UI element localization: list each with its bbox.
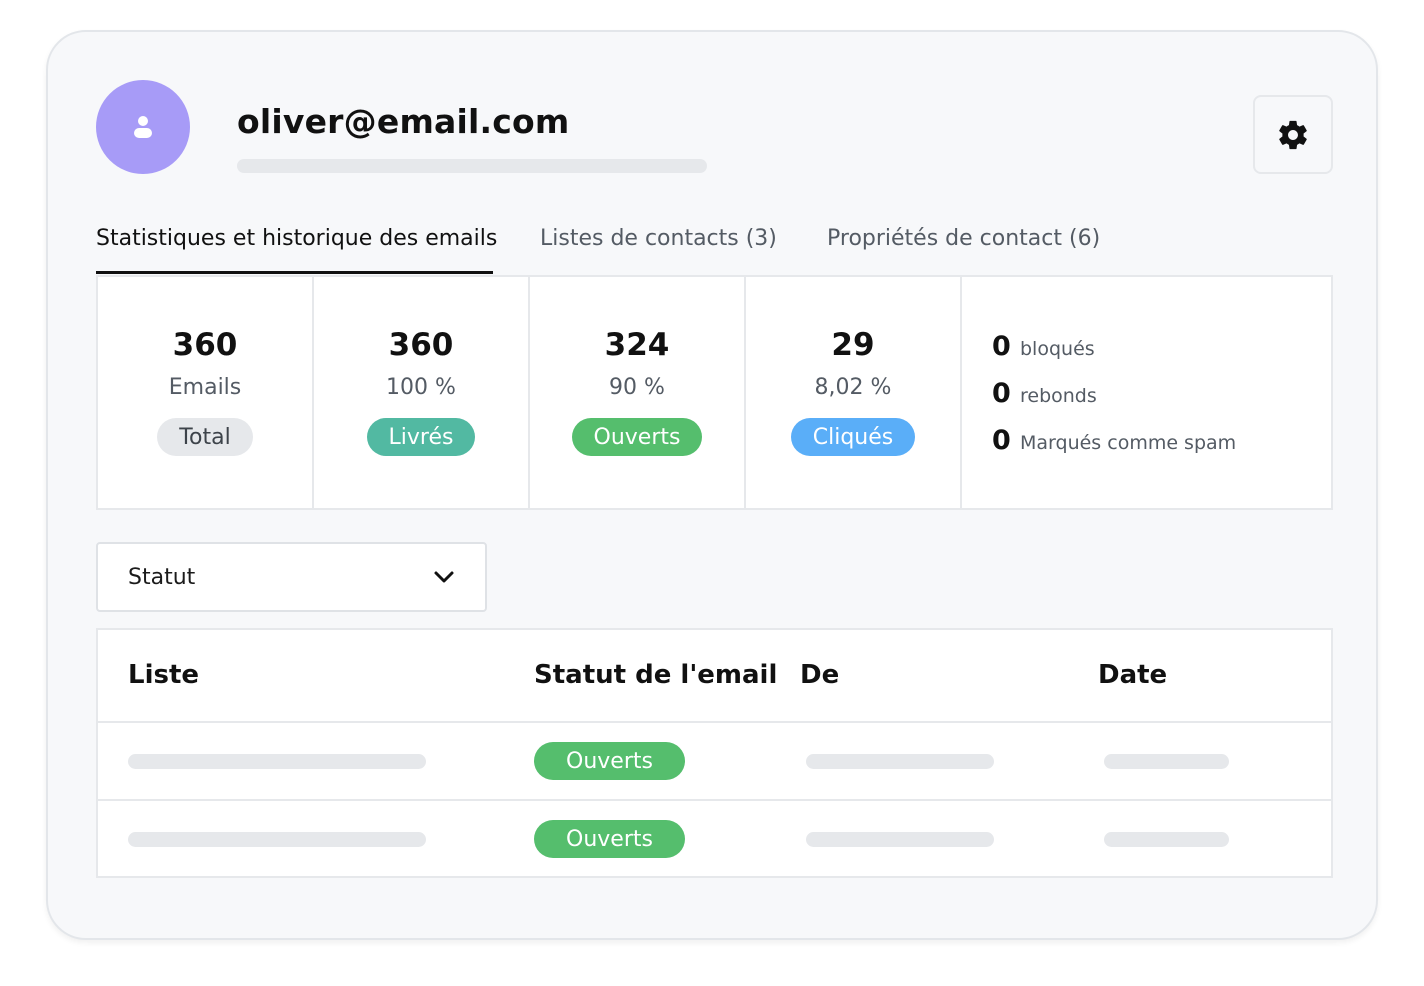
spam-label: Marqués comme spam (1020, 432, 1237, 454)
table-header: Liste Statut de l'email De Date (98, 630, 1331, 723)
avatar (96, 80, 190, 174)
stat-value: 29 (831, 327, 875, 363)
stat-value: 360 (172, 327, 238, 363)
bounces-count: 0 (992, 378, 1011, 409)
stat-caption: 100 % (386, 375, 456, 400)
tab-contact-properties[interactable]: Propriétés de contact (6) (827, 224, 1100, 274)
clicked-badge: Cliqués (790, 418, 916, 456)
stat-bounces: 0 rebonds (992, 378, 1331, 425)
table-row[interactable]: Ouverts (98, 801, 1331, 879)
column-header-status: Statut de l'email (534, 660, 778, 690)
total-badge: Total (157, 418, 253, 456)
blocked-label: bloqués (1020, 338, 1095, 360)
subtitle-placeholder (237, 159, 707, 173)
stat-blocked: 0 bloqués (992, 331, 1331, 378)
opened-badge: Ouverts (571, 418, 703, 456)
settings-button[interactable] (1253, 95, 1333, 174)
stat-total: 360 Emails Total (98, 277, 314, 508)
user-icon (134, 116, 152, 138)
delivered-badge: Livrés (366, 418, 476, 456)
stat-delivered: 360 100 % Livrés (314, 277, 530, 508)
contact-card: oliver@email.com Statistiques et histori… (46, 30, 1378, 940)
from-placeholder (806, 754, 994, 769)
contact-email: oliver@email.com (237, 102, 570, 141)
stat-opened: 324 90 % Ouverts (530, 277, 746, 508)
stat-caption: 90 % (609, 375, 665, 400)
stat-value: 360 (388, 327, 454, 363)
column-header-from: De (800, 660, 840, 690)
date-placeholder (1104, 754, 1229, 769)
stat-caption: 8,02 % (814, 375, 892, 400)
stat-value: 324 (604, 327, 670, 363)
status-filter-dropdown[interactable]: Statut (96, 542, 487, 612)
tab-bar: Statistiques et historique des emails Li… (96, 224, 1336, 274)
status-badge: Ouverts (534, 742, 685, 780)
stats-panel: 360 Emails Total 360 100 % Livrés 324 90… (96, 275, 1333, 510)
status-filter-label: Statut (128, 564, 196, 590)
tab-contact-lists[interactable]: Listes de contacts (3) (540, 224, 777, 274)
spam-count: 0 (992, 425, 1011, 456)
list-placeholder (128, 754, 426, 769)
from-placeholder (806, 832, 994, 847)
stat-caption: Emails (168, 375, 242, 400)
table-row[interactable]: Ouverts (98, 723, 1331, 801)
tab-email-stats[interactable]: Statistiques et historique des emails (96, 224, 497, 274)
bounces-label: rebonds (1020, 385, 1097, 407)
column-header-date: Date (1098, 660, 1168, 690)
stat-spam: 0 Marqués comme spam (992, 425, 1331, 472)
chevron-down-icon (434, 571, 454, 583)
blocked-count: 0 (992, 331, 1011, 362)
email-history-table: Liste Statut de l'email De Date Ouverts … (96, 628, 1333, 878)
column-header-list: Liste (128, 660, 200, 690)
stat-clicked: 29 8,02 % Cliqués (746, 277, 962, 508)
list-placeholder (128, 832, 426, 847)
gear-icon (1279, 120, 1307, 149)
date-placeholder (1104, 832, 1229, 847)
status-badge: Ouverts (534, 820, 685, 858)
stat-issues: 0 bloqués 0 rebonds 0 Marqués comme spam (962, 277, 1331, 508)
